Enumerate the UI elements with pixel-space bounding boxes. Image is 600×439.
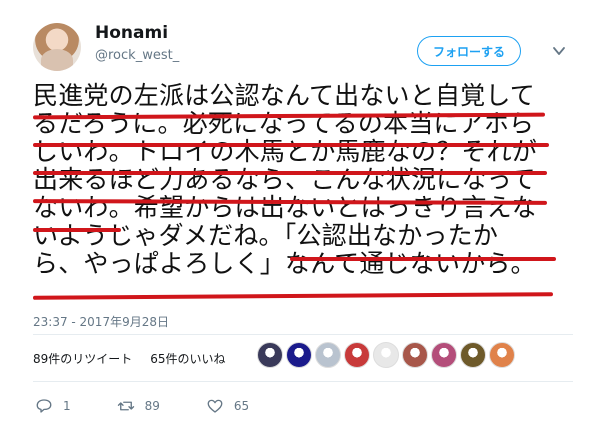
heart-icon[interactable] xyxy=(206,397,224,415)
reply-icon[interactable] xyxy=(35,397,53,415)
action-bar: 1 89 65 xyxy=(35,397,295,415)
liker-avatar-6[interactable] xyxy=(402,342,428,368)
follow-button[interactable]: フォローする xyxy=(417,36,521,66)
underline-mark xyxy=(33,143,549,147)
liker-avatar-8[interactable] xyxy=(460,342,486,368)
tweet-card: Honami @rock_west_ フォローする 民進党の左派は公認なんて出な… xyxy=(0,0,600,439)
tweet-line: ら、やっぱよろしく」なんて通じないから。 xyxy=(33,249,536,278)
underline-mark xyxy=(32,292,554,300)
reply-action[interactable]: 1 xyxy=(35,397,71,415)
tweet-line: いようじゃダメだね。「公認出なかったか xyxy=(33,221,499,250)
retweet-action[interactable]: 89 xyxy=(117,397,160,415)
underline-mark xyxy=(33,228,121,232)
underline-mark xyxy=(33,171,547,175)
liker-avatar-5[interactable] xyxy=(373,342,399,368)
tweet-line: ないわ。希望からは出ないとはっきり言えな xyxy=(33,193,538,222)
like-action[interactable]: 65 xyxy=(206,397,249,415)
reply-count: 1 xyxy=(63,399,71,413)
tweet-timestamp[interactable]: 23:37 - 2017年9月28日 xyxy=(33,313,169,330)
liker-avatar-9[interactable] xyxy=(489,342,515,368)
like-count-link[interactable]: 65件のいいね xyxy=(150,350,225,367)
like-count: 65 xyxy=(233,399,250,413)
display-name[interactable]: Honami xyxy=(95,23,168,43)
retweet-count: 89 xyxy=(144,399,160,413)
liker-avatar-1[interactable] xyxy=(257,342,283,368)
retweet-count-link[interactable]: 89件のリツイート xyxy=(33,350,132,367)
user-avatar[interactable] xyxy=(33,23,81,71)
tweet-line: 民進党の左派は公認なんて出ないと自覚して xyxy=(33,81,536,110)
liker-avatar-2[interactable] xyxy=(286,342,312,368)
liker-avatar-4[interactable] xyxy=(344,342,370,368)
underline-mark xyxy=(290,257,556,261)
divider xyxy=(33,334,573,335)
liker-avatar-7[interactable] xyxy=(431,342,457,368)
liker-avatar-3[interactable] xyxy=(315,342,341,368)
tweet-text: 民進党の左派は公認なんて出ないと自覚して るだろうに。必死になってるの本当にアホ… xyxy=(33,82,573,278)
divider xyxy=(33,381,573,382)
user-handle[interactable]: @rock_west_ xyxy=(95,48,179,63)
liker-avatars xyxy=(257,342,515,368)
engagement-stats: 89件のリツイート 65件のいいね xyxy=(33,350,226,367)
chevron-down-icon[interactable] xyxy=(552,44,566,58)
retweet-icon[interactable] xyxy=(117,397,135,415)
